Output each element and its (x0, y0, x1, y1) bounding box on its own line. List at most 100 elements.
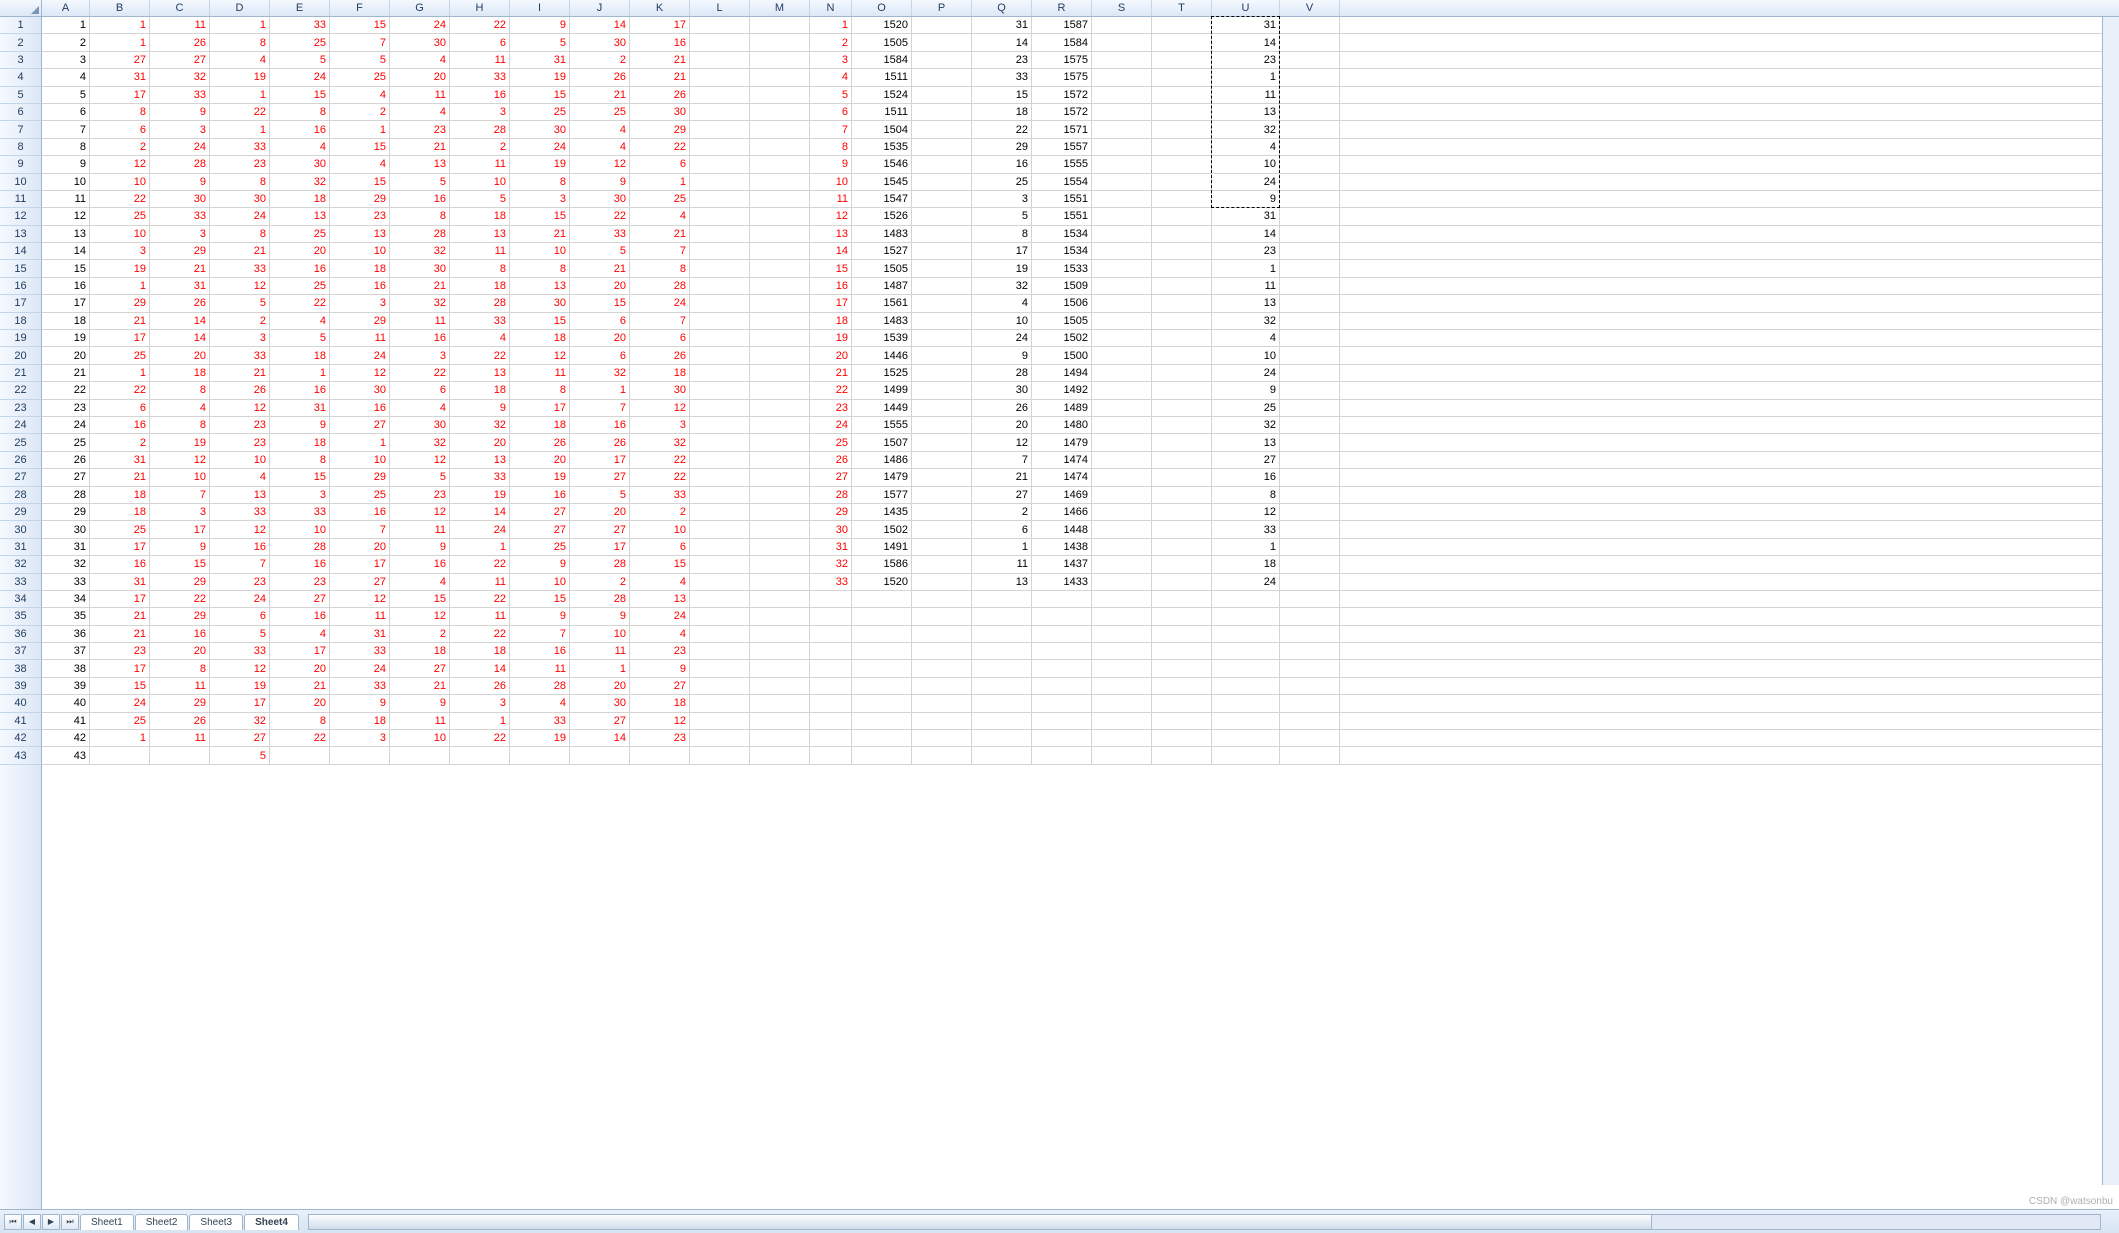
cell-F34[interactable]: 12 (330, 591, 390, 607)
cell-V10[interactable] (1280, 174, 1340, 190)
cell-B2[interactable]: 1 (90, 34, 150, 50)
cell-U9[interactable]: 10 (1212, 156, 1280, 172)
cell-M27[interactable] (750, 469, 810, 485)
cell-S3[interactable] (1092, 52, 1152, 68)
column-header-Q[interactable]: Q (972, 0, 1032, 16)
cell-F11[interactable]: 29 (330, 191, 390, 207)
cell-G33[interactable]: 4 (390, 574, 450, 590)
cell-M38[interactable] (750, 660, 810, 676)
cell-O18[interactable]: 1483 (852, 313, 912, 329)
cell-P8[interactable] (912, 139, 972, 155)
cell-I10[interactable]: 8 (510, 174, 570, 190)
cell-R9[interactable]: 1555 (1032, 156, 1092, 172)
cell-L8[interactable] (690, 139, 750, 155)
cell-I18[interactable]: 15 (510, 313, 570, 329)
cell-U4[interactable]: 1 (1212, 69, 1280, 85)
cell-K36[interactable]: 4 (630, 626, 690, 642)
cell-K28[interactable]: 33 (630, 487, 690, 503)
cell-S2[interactable] (1092, 34, 1152, 50)
row-header-36[interactable]: 36 (0, 626, 41, 643)
cell-A15[interactable]: 15 (42, 260, 90, 276)
cell-S28[interactable] (1092, 487, 1152, 503)
cell-P35[interactable] (912, 608, 972, 624)
cell-F38[interactable]: 24 (330, 660, 390, 676)
row-header-14[interactable]: 14 (0, 243, 41, 260)
cell-V28[interactable] (1280, 487, 1340, 503)
cell-I33[interactable]: 10 (510, 574, 570, 590)
cell-H14[interactable]: 11 (450, 243, 510, 259)
cell-F14[interactable]: 10 (330, 243, 390, 259)
cell-N7[interactable]: 7 (810, 121, 852, 137)
cell-E17[interactable]: 22 (270, 295, 330, 311)
cell-T12[interactable] (1152, 208, 1212, 224)
cell-U23[interactable]: 25 (1212, 400, 1280, 416)
column-header-D[interactable]: D (210, 0, 270, 16)
cell-R40[interactable] (1032, 695, 1092, 711)
row-header-21[interactable]: 21 (0, 365, 41, 382)
cell-D14[interactable]: 21 (210, 243, 270, 259)
cell-N4[interactable]: 4 (810, 69, 852, 85)
cell-N31[interactable]: 31 (810, 539, 852, 555)
cell-T13[interactable] (1152, 226, 1212, 242)
cell-G2[interactable]: 30 (390, 34, 450, 50)
cell-J6[interactable]: 25 (570, 104, 630, 120)
cell-P20[interactable] (912, 347, 972, 363)
cell-K1[interactable]: 17 (630, 17, 690, 33)
cell-J29[interactable]: 20 (570, 504, 630, 520)
cell-V13[interactable] (1280, 226, 1340, 242)
cell-J40[interactable]: 30 (570, 695, 630, 711)
cell-U36[interactable] (1212, 626, 1280, 642)
cell-B41[interactable]: 25 (90, 713, 150, 729)
cell-K39[interactable]: 27 (630, 678, 690, 694)
cell-B21[interactable]: 1 (90, 365, 150, 381)
column-header-M[interactable]: M (750, 0, 810, 16)
cell-H34[interactable]: 22 (450, 591, 510, 607)
cell-V29[interactable] (1280, 504, 1340, 520)
cell-J12[interactable]: 22 (570, 208, 630, 224)
cell-L16[interactable] (690, 278, 750, 294)
cell-M17[interactable] (750, 295, 810, 311)
cell-I38[interactable]: 11 (510, 660, 570, 676)
cell-R2[interactable]: 1584 (1032, 34, 1092, 50)
cell-I21[interactable]: 11 (510, 365, 570, 381)
row-header-39[interactable]: 39 (0, 678, 41, 695)
cell-J11[interactable]: 30 (570, 191, 630, 207)
cell-R33[interactable]: 1433 (1032, 574, 1092, 590)
cell-K29[interactable]: 2 (630, 504, 690, 520)
cell-G37[interactable]: 18 (390, 643, 450, 659)
cell-Q3[interactable]: 23 (972, 52, 1032, 68)
row-header-9[interactable]: 9 (0, 156, 41, 173)
cell-D9[interactable]: 23 (210, 156, 270, 172)
cell-Q15[interactable]: 19 (972, 260, 1032, 276)
cell-F27[interactable]: 29 (330, 469, 390, 485)
cell-G12[interactable]: 8 (390, 208, 450, 224)
cell-T31[interactable] (1152, 539, 1212, 555)
horizontal-scroll-thumb[interactable] (309, 1215, 1652, 1229)
cell-B27[interactable]: 21 (90, 469, 150, 485)
cell-D36[interactable]: 5 (210, 626, 270, 642)
cell-D20[interactable]: 33 (210, 347, 270, 363)
cell-F40[interactable]: 9 (330, 695, 390, 711)
column-header-R[interactable]: R (1032, 0, 1092, 16)
cell-E18[interactable]: 4 (270, 313, 330, 329)
cell-N22[interactable]: 22 (810, 382, 852, 398)
cell-M3[interactable] (750, 52, 810, 68)
cell-K13[interactable]: 21 (630, 226, 690, 242)
cell-I32[interactable]: 9 (510, 556, 570, 572)
cell-F29[interactable]: 16 (330, 504, 390, 520)
cell-T40[interactable] (1152, 695, 1212, 711)
cell-T3[interactable] (1152, 52, 1212, 68)
cell-A27[interactable]: 27 (42, 469, 90, 485)
cell-U19[interactable]: 4 (1212, 330, 1280, 346)
cell-U13[interactable]: 14 (1212, 226, 1280, 242)
cell-Q24[interactable]: 20 (972, 417, 1032, 433)
cell-I40[interactable]: 4 (510, 695, 570, 711)
cell-P12[interactable] (912, 208, 972, 224)
cell-D6[interactable]: 22 (210, 104, 270, 120)
cell-J43[interactable] (570, 747, 630, 763)
cell-C32[interactable]: 15 (150, 556, 210, 572)
cell-J38[interactable]: 1 (570, 660, 630, 676)
cell-V3[interactable] (1280, 52, 1340, 68)
cell-T26[interactable] (1152, 452, 1212, 468)
cell-O15[interactable]: 1505 (852, 260, 912, 276)
